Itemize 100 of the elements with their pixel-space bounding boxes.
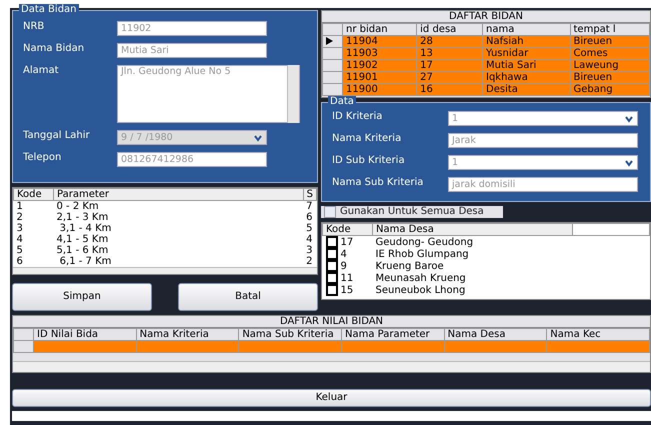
checkbox-label: Gunakan Untuk Semua Desa: [340, 206, 484, 218]
table-cell-text: 5: [16, 245, 24, 256]
table-cell-text: 6: [305, 212, 314, 223]
combo-box[interactable]: 1: [448, 155, 638, 170]
text-area[interactable]: Jln. Geudong Alue No 5: [117, 65, 300, 123]
table-cell: 17: [416, 60, 482, 72]
checkbox[interactable]: [326, 272, 338, 284]
exit-button[interactable]: Keluar: [12, 389, 651, 407]
field-value: Jln. Geudong Alue No 5: [121, 66, 231, 78]
field-value: Mutia Sari: [121, 44, 169, 56]
table-cell-text: 4,1 - 5 Km: [56, 234, 110, 245]
column-header: id desa: [416, 24, 482, 36]
field-value: 081267412986: [121, 154, 194, 166]
dropdown-icon[interactable]: [624, 114, 634, 122]
grid-title: DAFTAR BIDAN: [322, 11, 650, 23]
field-value: 1: [452, 112, 458, 124]
field-label: Tanggal Lahir: [23, 130, 91, 142]
text-field[interactable]: 11902: [117, 21, 267, 36]
table-cell-text: 4: [16, 234, 24, 245]
table-cell: Bireuen: [570, 72, 650, 84]
field-label: Nama Sub Kriteria: [332, 177, 424, 189]
checkbox[interactable]: [324, 206, 336, 218]
field-label: Telepon: [23, 152, 62, 164]
table-cell: Laweung: [570, 60, 650, 72]
column-header: Nama Desa: [372, 224, 572, 236]
field-label: NRB: [23, 21, 46, 33]
column-header: Nama Sub Kriteria: [238, 328, 342, 340]
column-header: tempat l: [570, 24, 650, 36]
field-label: Nama Bidan: [23, 43, 86, 55]
table-cell: 11904: [342, 36, 417, 48]
table-cell: 11901: [342, 72, 417, 84]
table-cell-text: 5: [305, 223, 314, 234]
table-cell: Gebang: [570, 84, 650, 96]
table-cell: 7: [303, 200, 316, 212]
column-header: Parameter: [54, 188, 304, 200]
table-cell: 11: [340, 272, 354, 284]
column-header: nr bidan: [342, 24, 417, 36]
checkbox[interactable]: [326, 236, 338, 248]
table-cell: Iqkhawa: [482, 72, 570, 84]
table-cell: 27: [416, 72, 482, 84]
table-cell-text: 3,1 - 4 Km: [58, 223, 112, 234]
checkbox[interactable]: [326, 284, 338, 296]
text-field[interactable]: Mutia Sari: [117, 43, 267, 58]
cancel-button[interactable]: Batal: [178, 283, 318, 311]
table-cell: 0 - 2 Km: [54, 200, 304, 212]
table-cell: Mutia Sari: [482, 60, 570, 72]
table-cell: 9: [340, 260, 347, 272]
table-cell: 11902: [342, 60, 417, 72]
table-cell: 15: [340, 284, 354, 296]
table-cell-text: Krueng Baroe: [374, 260, 445, 272]
table-cell: 13: [416, 48, 482, 60]
table-cell-text: 5,1 - 6 Km: [56, 245, 110, 256]
checkbox[interactable]: [326, 248, 338, 260]
column-header: Kode: [14, 188, 54, 200]
table-cell: 28: [416, 36, 482, 48]
column-header: Nama Kriteria: [136, 328, 239, 340]
checkbox[interactable]: [326, 260, 338, 272]
table-cell-text: 3: [16, 223, 24, 234]
table-cell-text: IE Rhob Glumpang: [374, 248, 470, 260]
text-field[interactable]: Jarak: [448, 133, 638, 148]
table-cell: Desita: [482, 84, 570, 96]
table-cell: Nafsiah: [482, 36, 570, 48]
column-header: Kode: [322, 224, 372, 236]
column-header: nama: [482, 24, 570, 36]
table-cell: Bireuen: [570, 36, 650, 48]
text-field[interactable]: 081267412986: [117, 152, 267, 167]
table-cell: 17: [340, 236, 354, 248]
dropdown-icon[interactable]: [253, 134, 263, 142]
table-cell: 4: [340, 248, 347, 260]
table-cell-text: 3: [305, 245, 314, 256]
table-cell-text: Seuneubok Lhong: [374, 284, 466, 296]
column-header: Nama Kec: [546, 328, 650, 340]
column-header: S: [303, 188, 316, 200]
table-cell: Comes: [570, 48, 650, 60]
save-button[interactable]: Simpan: [12, 283, 152, 311]
table-cell-text: 2: [305, 256, 314, 267]
table-cell-text: 2: [16, 212, 24, 223]
date-picker[interactable]: 9 / 7 /1980: [117, 130, 267, 145]
field-value: jarak domisili: [452, 178, 516, 190]
table-cell: 11903: [342, 48, 417, 60]
dropdown-icon[interactable]: [624, 158, 634, 166]
field-label: Alamat: [23, 65, 60, 77]
table-cell: 11900: [342, 84, 417, 96]
table-cell-text: 6,1 - 7 Km: [58, 256, 112, 267]
text-field[interactable]: jarak domisili: [448, 177, 638, 192]
table-cell-text: Meunasah Krueng: [374, 272, 467, 284]
table-cell: Yusnidar: [482, 48, 570, 60]
table-cell: Geudong- Geudong: [372, 236, 572, 248]
combo-box[interactable]: 1: [448, 111, 638, 126]
field-value: 1: [452, 156, 458, 168]
field-value: 11902: [121, 22, 152, 34]
field-label: Nama Kriteria: [332, 133, 402, 145]
table-cell: 16: [416, 84, 482, 96]
column-header: ID Nilai Bida: [34, 328, 136, 340]
column-header: Nama Desa: [444, 328, 547, 340]
field-label: ID Kriteria: [332, 111, 384, 123]
grid-title: DAFTAR NILAI BIDAN: [13, 316, 650, 328]
column-header: Nama Parameter: [341, 328, 444, 340]
table-cell-text: 6: [16, 256, 24, 267]
field-value: Jarak: [452, 134, 476, 146]
